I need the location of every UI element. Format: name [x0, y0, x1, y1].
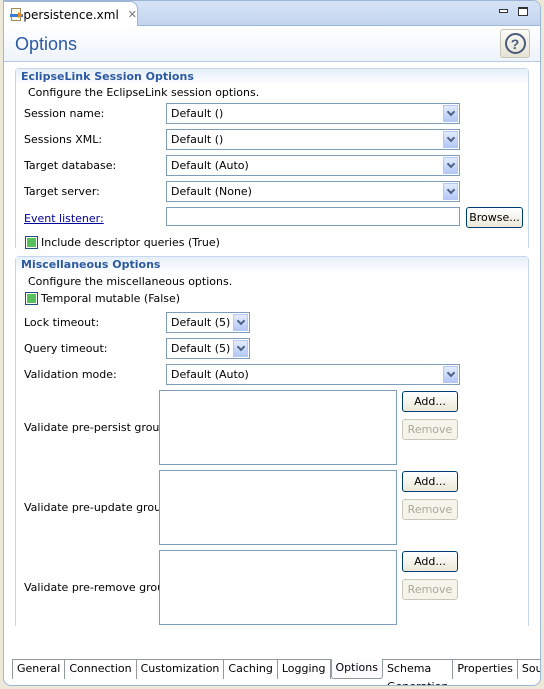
event-listener-link[interactable]: Event listener:	[24, 212, 104, 225]
chevron-down-icon[interactable]	[443, 366, 458, 383]
browse-button[interactable]: Browse...	[466, 207, 523, 228]
pre-persist-remove-button[interactable]: Remove	[402, 419, 458, 440]
combo-value: Default ()	[171, 133, 224, 146]
section-description: Configure the EclipseLink session option…	[28, 86, 260, 99]
checkbox-label: Include descriptor queries (True)	[41, 236, 220, 249]
query-timeout-combo[interactable]: Default (5)	[166, 338, 250, 359]
target-server-combo[interactable]: Default (None)	[166, 181, 460, 202]
tab-customization[interactable]: Customization	[136, 660, 225, 679]
minimize-icon[interactable]	[499, 9, 508, 13]
section-description: Configure the miscellaneous options.	[28, 275, 233, 288]
tab-logging[interactable]: Logging	[277, 660, 331, 679]
page-title: Options	[15, 34, 78, 54]
help-button[interactable]: ?	[500, 29, 530, 58]
pre-update-group-label: Validate pre-update group:	[24, 501, 172, 514]
sessions-xml-label: Sessions XML:	[24, 133, 103, 146]
checkbox-icon[interactable]	[25, 236, 38, 249]
combo-value: Default (Auto)	[171, 159, 249, 172]
editor-tab-bar: persistence.xml ✕	[4, 1, 540, 27]
section-title[interactable]: EclipseLink Session Options	[16, 69, 528, 85]
temporal-mutable-checkbox[interactable]: Temporal mutable (False)	[25, 292, 180, 305]
chevron-down-icon[interactable]	[233, 340, 248, 357]
checkbox-icon[interactable]	[25, 292, 38, 305]
tab-connection[interactable]: Connection	[65, 660, 137, 679]
editor-tab-title: persistence.xml	[23, 7, 119, 22]
persistence-editor: persistence.xml ✕ Options ? EclipseLink …	[3, 0, 541, 686]
query-timeout-label: Query timeout:	[24, 342, 108, 355]
combo-value: Default (Auto)	[171, 368, 249, 381]
chevron-down-icon[interactable]	[443, 183, 458, 200]
event-listener-input[interactable]	[166, 207, 460, 226]
pre-update-remove-button[interactable]: Remove	[402, 499, 458, 520]
lock-timeout-combo[interactable]: Default (5)	[166, 312, 250, 333]
pre-persist-add-button[interactable]: Add...	[402, 391, 458, 412]
pre-remove-group-label: Validate pre-remove group:	[24, 581, 175, 594]
pre-persist-group-list[interactable]	[159, 390, 397, 465]
combo-value: Default (None)	[171, 185, 252, 198]
combo-value: Default (5)	[171, 342, 231, 355]
pre-remove-group-list[interactable]	[159, 550, 397, 625]
session-name-label: Session name:	[24, 107, 105, 120]
combo-value: Default ()	[171, 107, 224, 120]
checkbox-label: Temporal mutable (False)	[41, 292, 181, 305]
close-icon[interactable]: ✕	[128, 8, 137, 21]
help-icon: ?	[504, 33, 526, 54]
chevron-down-icon[interactable]	[443, 105, 458, 122]
pre-persist-group-label: Validate pre-persist group:	[24, 421, 171, 434]
pre-update-group-list[interactable]	[159, 470, 397, 545]
chevron-down-icon[interactable]	[233, 314, 248, 331]
editor-page-tabs: General Connection Customization Caching…	[12, 659, 540, 685]
maximize-icon[interactable]	[518, 7, 528, 16]
target-server-label: Target server:	[24, 185, 100, 198]
pre-remove-add-button[interactable]: Add...	[402, 551, 458, 572]
tab-general[interactable]: General	[12, 660, 66, 679]
chevron-down-icon[interactable]	[443, 131, 458, 148]
combo-value: Default (5)	[171, 316, 231, 329]
include-descriptor-queries-checkbox[interactable]: Include descriptor queries (True)	[25, 236, 220, 249]
tab-caching[interactable]: Caching	[224, 660, 278, 679]
validation-mode-combo[interactable]: Default (Auto)	[166, 364, 460, 385]
chevron-down-icon[interactable]	[443, 157, 458, 174]
tab-properties[interactable]: Properties	[453, 660, 518, 679]
target-database-combo[interactable]: Default (Auto)	[166, 155, 460, 176]
editor-tab-persistence-xml[interactable]: persistence.xml ✕	[4, 1, 138, 27]
lock-timeout-label: Lock timeout:	[24, 316, 100, 329]
session-name-combo[interactable]: Default ()	[166, 103, 460, 124]
page-header: Options ?	[4, 26, 540, 62]
xml-file-icon	[10, 7, 23, 22]
tab-options[interactable]: Options	[330, 659, 383, 679]
section-title[interactable]: Miscellaneous Options	[16, 257, 528, 273]
validation-mode-label: Validation mode:	[24, 368, 117, 381]
pre-update-add-button[interactable]: Add...	[402, 471, 458, 492]
target-database-label: Target database:	[24, 159, 117, 172]
pre-remove-remove-button[interactable]: Remove	[402, 579, 458, 600]
tab-schema-generation[interactable]: Schema Generation	[382, 660, 454, 685]
tab-source[interactable]: Source	[517, 660, 540, 679]
sessions-xml-combo[interactable]: Default ()	[166, 129, 460, 150]
